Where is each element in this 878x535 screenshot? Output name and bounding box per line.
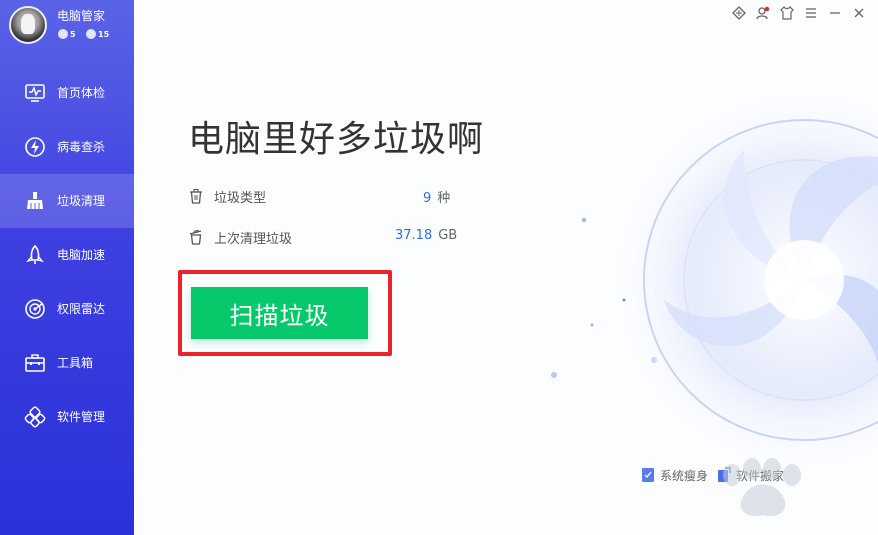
slim-icon — [642, 468, 654, 482]
stat-last-cleaned: 上次清理垃圾 — [188, 227, 292, 247]
radar-icon — [25, 299, 45, 319]
profile-header: 电脑管家 5 15 — [0, 0, 134, 52]
sidebar-item-speed-up[interactable]: 电脑加速 — [0, 228, 134, 282]
menu-icon[interactable] — [802, 4, 820, 22]
sidebar-nav: 首页体检 病毒查杀 垃圾清理 电脑加速 权限雷达 工具箱 软件管理 — [0, 66, 134, 444]
apps-icon — [24, 406, 46, 428]
trash-open-icon — [189, 229, 202, 245]
scan-junk-button[interactable]: 扫描垃圾 — [191, 287, 368, 339]
broom-icon — [27, 192, 43, 209]
link-label: 系统瘦身 — [660, 468, 709, 483]
sidebar-item-label: 病毒查杀 — [57, 140, 106, 154]
sidebar-item-label: 工具箱 — [57, 356, 94, 370]
user-icon[interactable] — [754, 4, 772, 22]
sidebar-item-label: 电脑加速 — [57, 248, 106, 262]
stat-label: 垃圾类型 — [214, 190, 267, 206]
main-panel: 电脑里好多垃圾啊 垃圾类型 9种 上次清理垃圾 37.18 GB 扫描垃圾 系统… — [134, 0, 878, 535]
rocket-icon — [26, 244, 44, 264]
stat-number: 37.18 — [395, 228, 433, 243]
stat-unit: 种 — [437, 191, 451, 206]
bolt-shield-icon — [25, 137, 45, 157]
monitor-icon — [25, 84, 45, 102]
stat-number: 9 — [423, 191, 432, 206]
trash-icon — [190, 188, 202, 204]
stat-value-junk-types: 9种 — [423, 187, 450, 206]
bottom-tools: 系统瘦身 软件搬家 — [640, 466, 784, 484]
shirt-icon[interactable] — [778, 4, 796, 22]
software-move-link[interactable]: 软件搬家 — [716, 466, 784, 484]
sidebar-item-toolbox[interactable]: 工具箱 — [0, 336, 134, 390]
badge-dot-icon — [58, 29, 68, 39]
app-name: 电脑管家 — [57, 9, 106, 23]
minimize-icon[interactable] — [826, 4, 844, 22]
link-label: 软件搬家 — [736, 468, 785, 483]
window-controls — [730, 4, 868, 22]
sidebar-item-software-manager[interactable]: 软件管理 — [0, 390, 134, 444]
stat-unit: GB — [438, 228, 458, 243]
sidebar-item-label: 垃圾清理 — [57, 194, 106, 208]
level-badge: 5 — [58, 28, 76, 40]
level-badge: 15 — [86, 28, 109, 40]
badge-value: 15 — [98, 29, 110, 39]
sidebar: 电脑管家 5 15 首页体检 病毒查杀 垃圾清理 电脑加速 权限雷达 工具箱 软… — [0, 0, 134, 535]
skin-diamond-icon[interactable] — [730, 4, 748, 22]
swirl-decoration — [551, 90, 878, 470]
sidebar-item-label: 软件管理 — [57, 410, 106, 424]
stat-label: 上次清理垃圾 — [214, 231, 293, 247]
page-title: 电脑里好多垃圾啊 — [188, 119, 485, 160]
sidebar-item-label: 权限雷达 — [57, 302, 106, 316]
avatar[interactable] — [9, 6, 47, 44]
stat-junk-types: 垃圾类型 — [188, 186, 266, 206]
sidebar-item-junk-clean[interactable]: 垃圾清理 — [0, 174, 134, 228]
move-icon — [718, 467, 731, 482]
sidebar-item-virus-scan[interactable]: 病毒查杀 — [0, 120, 134, 174]
sidebar-item-permission-radar[interactable]: 权限雷达 — [0, 282, 134, 336]
toolbox-icon — [25, 354, 45, 372]
badge-dot-icon — [86, 29, 96, 39]
sidebar-item-home-check[interactable]: 首页体检 — [0, 66, 134, 120]
sidebar-item-label: 首页体检 — [57, 86, 106, 100]
badge-value: 5 — [70, 29, 76, 39]
stat-value-last-cleaned: 37.18 GB — [395, 228, 457, 243]
close-icon[interactable] — [850, 4, 868, 22]
system-slim-link[interactable]: 系统瘦身 — [640, 466, 708, 484]
